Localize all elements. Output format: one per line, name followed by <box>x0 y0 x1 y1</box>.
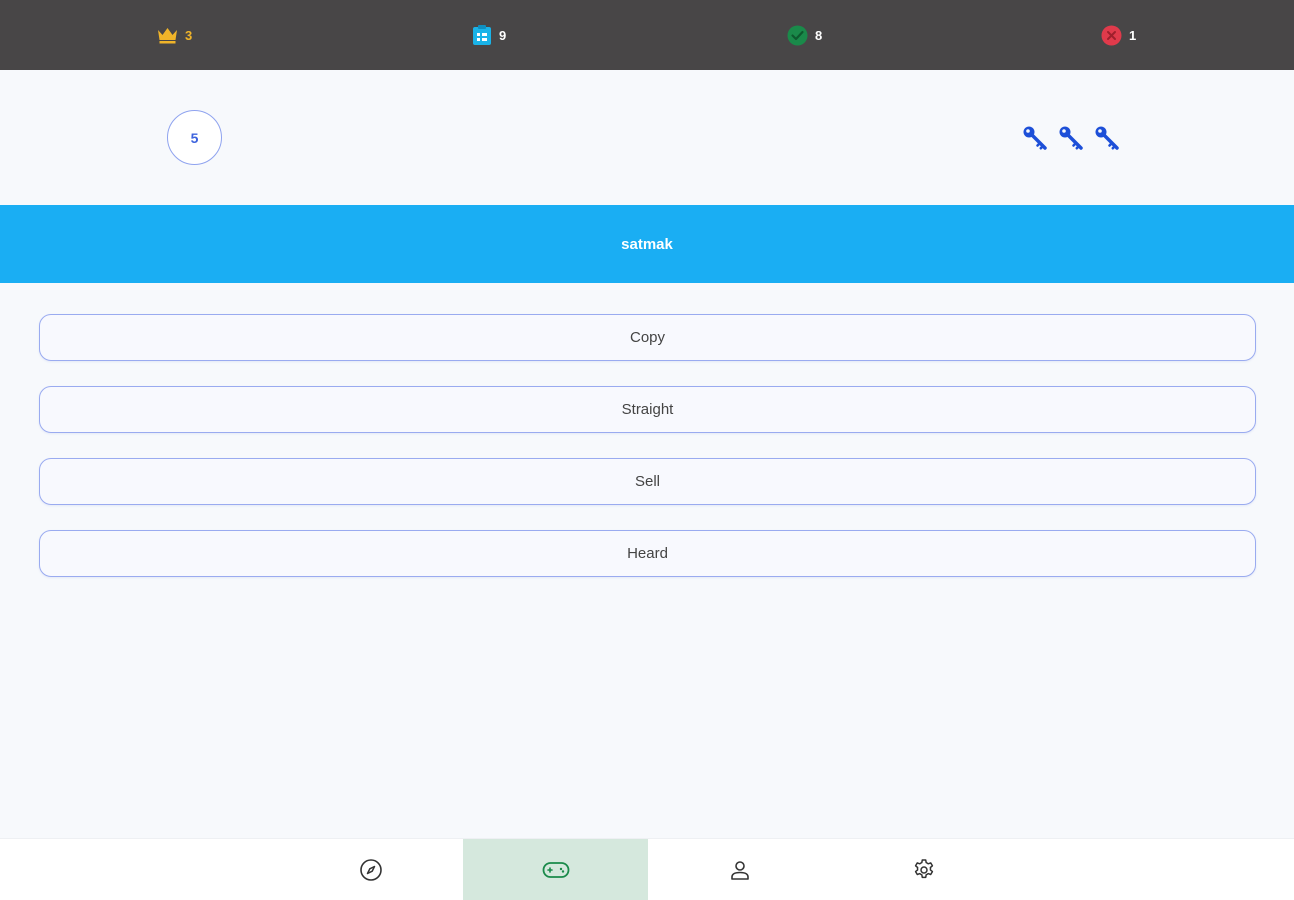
crown-icon <box>157 26 178 44</box>
app-root: 3 9 8 1 5 satmak Copy Straight Sell Hear… <box>0 0 1294 900</box>
level-indicator: 5 <box>167 110 222 165</box>
question-word-banner: satmak <box>0 205 1294 283</box>
key-icon <box>1058 125 1084 151</box>
stats-bar: 3 9 8 1 <box>0 0 1294 70</box>
clipboard-stat: 9 <box>472 24 506 46</box>
correct-stat: 8 <box>787 24 822 46</box>
cross-circle-icon <box>1101 25 1122 46</box>
answer-option-straight[interactable]: Straight <box>39 386 1256 433</box>
key-icon <box>1094 125 1120 151</box>
bottom-nav <box>0 838 1294 900</box>
status-row: 5 <box>0 70 1294 205</box>
nav-explore[interactable] <box>278 839 463 900</box>
clipboard-count: 9 <box>499 27 507 43</box>
nav-play[interactable] <box>463 839 648 900</box>
level-value: 5 <box>190 129 199 146</box>
wrong-stat: 1 <box>1101 24 1136 46</box>
correct-count: 8 <box>815 27 823 43</box>
answer-option-copy[interactable]: Copy <box>39 314 1256 361</box>
nav-profile[interactable] <box>647 839 832 900</box>
wrong-count: 1 <box>1129 27 1137 43</box>
key-icon <box>1022 125 1048 151</box>
compass-icon <box>359 858 383 882</box>
keys-remaining <box>1022 125 1120 151</box>
crowns-stat: 3 <box>157 24 192 46</box>
check-circle-icon <box>787 25 808 46</box>
nav-settings[interactable] <box>831 839 1016 900</box>
answer-option-sell[interactable]: Sell <box>39 458 1256 505</box>
gear-icon <box>912 858 936 882</box>
user-icon <box>729 859 751 881</box>
answer-option-heard[interactable]: Heard <box>39 530 1256 577</box>
crowns-count: 3 <box>185 27 193 43</box>
answer-options: Copy Straight Sell Heard <box>39 314 1256 602</box>
clipboard-icon <box>472 24 492 46</box>
gamepad-icon <box>542 860 570 880</box>
question-word: satmak <box>621 235 673 253</box>
